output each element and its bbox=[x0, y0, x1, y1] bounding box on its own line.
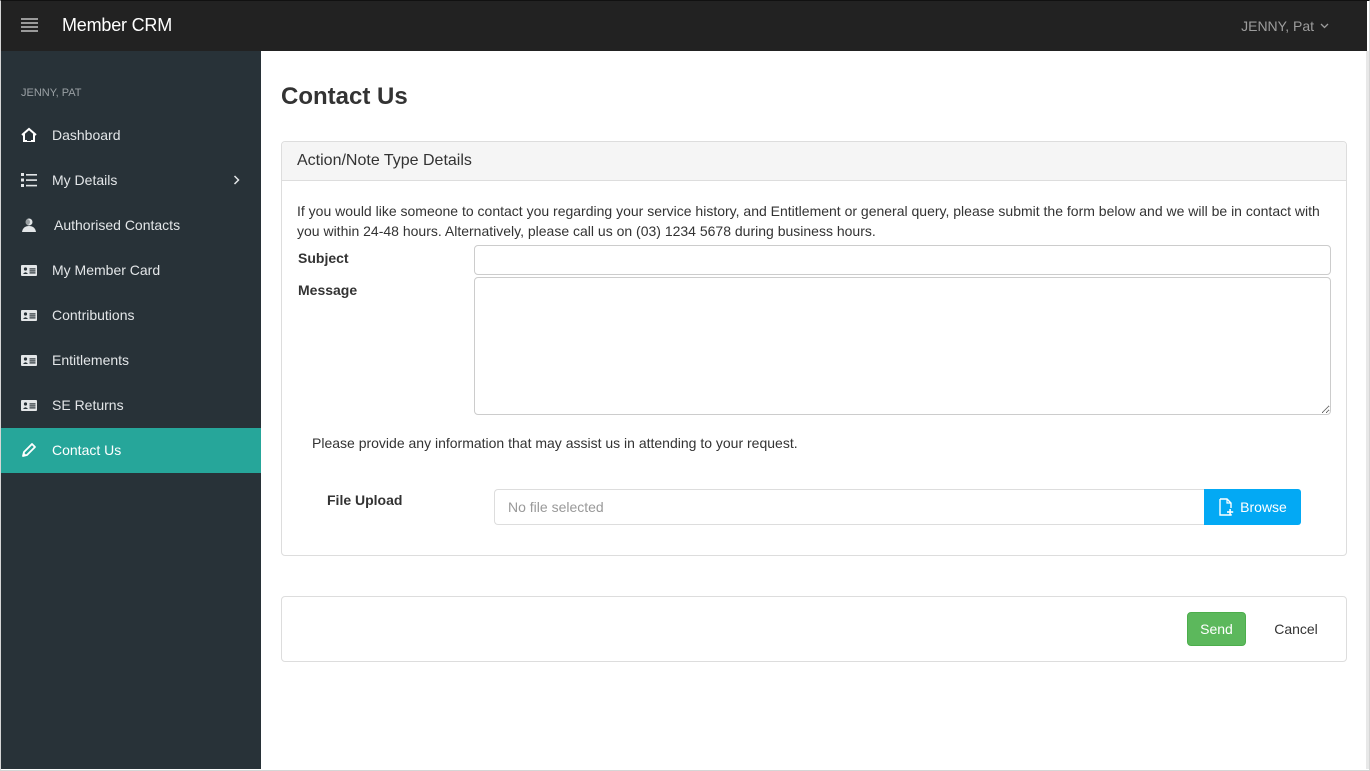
sidebar-item-contact-us[interactable]: Contact Us bbox=[1, 428, 261, 473]
chevron-right-icon bbox=[233, 175, 240, 185]
user-menu-dropdown[interactable]: JENNY, Pat bbox=[1241, 18, 1329, 34]
send-button[interactable]: Send bbox=[1187, 612, 1246, 646]
chevron-down-icon bbox=[1320, 23, 1329, 29]
intro-text: If you would like someone to contact you… bbox=[297, 203, 1320, 239]
app-title[interactable]: Member CRM bbox=[62, 15, 172, 36]
form-actions-panel: Send Cancel bbox=[281, 596, 1347, 662]
sidebar-item-label: My Member Card bbox=[52, 262, 161, 278]
cancel-button[interactable]: Cancel bbox=[1260, 612, 1332, 646]
message-label: Message bbox=[298, 282, 358, 298]
file-upload-label: File Upload bbox=[327, 492, 403, 508]
id-card-icon bbox=[21, 310, 37, 321]
sidebar-item-my-details[interactable]: My Details bbox=[1, 158, 261, 203]
assist-text: Please provide any information that may … bbox=[312, 435, 798, 451]
sidebar-user-name: JENNY, PAT bbox=[21, 87, 82, 99]
main-content: Contact Us Action/Note Type Details If y… bbox=[261, 51, 1367, 769]
sidebar: JENNY, PAT Dashboard My Details Authoris… bbox=[1, 51, 261, 769]
browse-label: Browse bbox=[1240, 499, 1287, 515]
list-icon bbox=[21, 173, 37, 187]
sidebar-item-label: Entitlements bbox=[52, 352, 130, 368]
page-title: Contact Us bbox=[281, 83, 408, 110]
sidebar-item-my-member-card[interactable]: My Member Card bbox=[1, 248, 261, 293]
subject-label: Subject bbox=[298, 250, 349, 266]
sidebar-item-label: Contact Us bbox=[52, 442, 122, 458]
sidebar-item-se-returns[interactable]: SE Returns bbox=[1, 383, 261, 428]
sidebar-item-label: Contributions bbox=[52, 307, 135, 323]
id-card-icon bbox=[21, 400, 37, 411]
sidebar-item-label: SE Returns bbox=[52, 397, 124, 413]
message-textarea[interactable] bbox=[474, 277, 1331, 415]
menu-toggle-icon[interactable] bbox=[21, 18, 38, 32]
file-add-icon bbox=[1219, 498, 1234, 516]
top-navbar: Member CRM JENNY, Pat bbox=[1, 1, 1367, 51]
user-icon bbox=[22, 218, 36, 232]
subject-input[interactable] bbox=[474, 245, 1331, 275]
file-upload-field[interactable]: No file selected bbox=[494, 489, 1205, 525]
scrollbar-track[interactable] bbox=[1366, 51, 1369, 769]
sidebar-item-label: Dashboard bbox=[52, 127, 121, 143]
sidebar-item-label: Authorised Contacts bbox=[54, 217, 181, 233]
panel-heading: Action/Note Type Details bbox=[282, 142, 1346, 181]
sidebar-item-label: My Details bbox=[52, 172, 118, 188]
sidebar-item-authorised-contacts[interactable]: Authorised Contacts bbox=[1, 203, 261, 248]
id-card-icon bbox=[21, 355, 37, 366]
details-panel: Action/Note Type Details If you would li… bbox=[281, 141, 1347, 556]
pencil-icon bbox=[22, 443, 36, 457]
user-menu-label: JENNY, Pat bbox=[1241, 18, 1314, 34]
home-icon bbox=[21, 127, 37, 142]
sidebar-item-entitlements[interactable]: Entitlements bbox=[1, 338, 261, 383]
sidebar-item-dashboard[interactable]: Dashboard bbox=[1, 113, 261, 158]
sidebar-item-contributions[interactable]: Contributions bbox=[1, 293, 261, 338]
sidebar-nav: Dashboard My Details Authorised Contacts… bbox=[1, 113, 261, 473]
browse-button[interactable]: Browse bbox=[1204, 489, 1301, 525]
id-card-icon bbox=[21, 265, 37, 276]
